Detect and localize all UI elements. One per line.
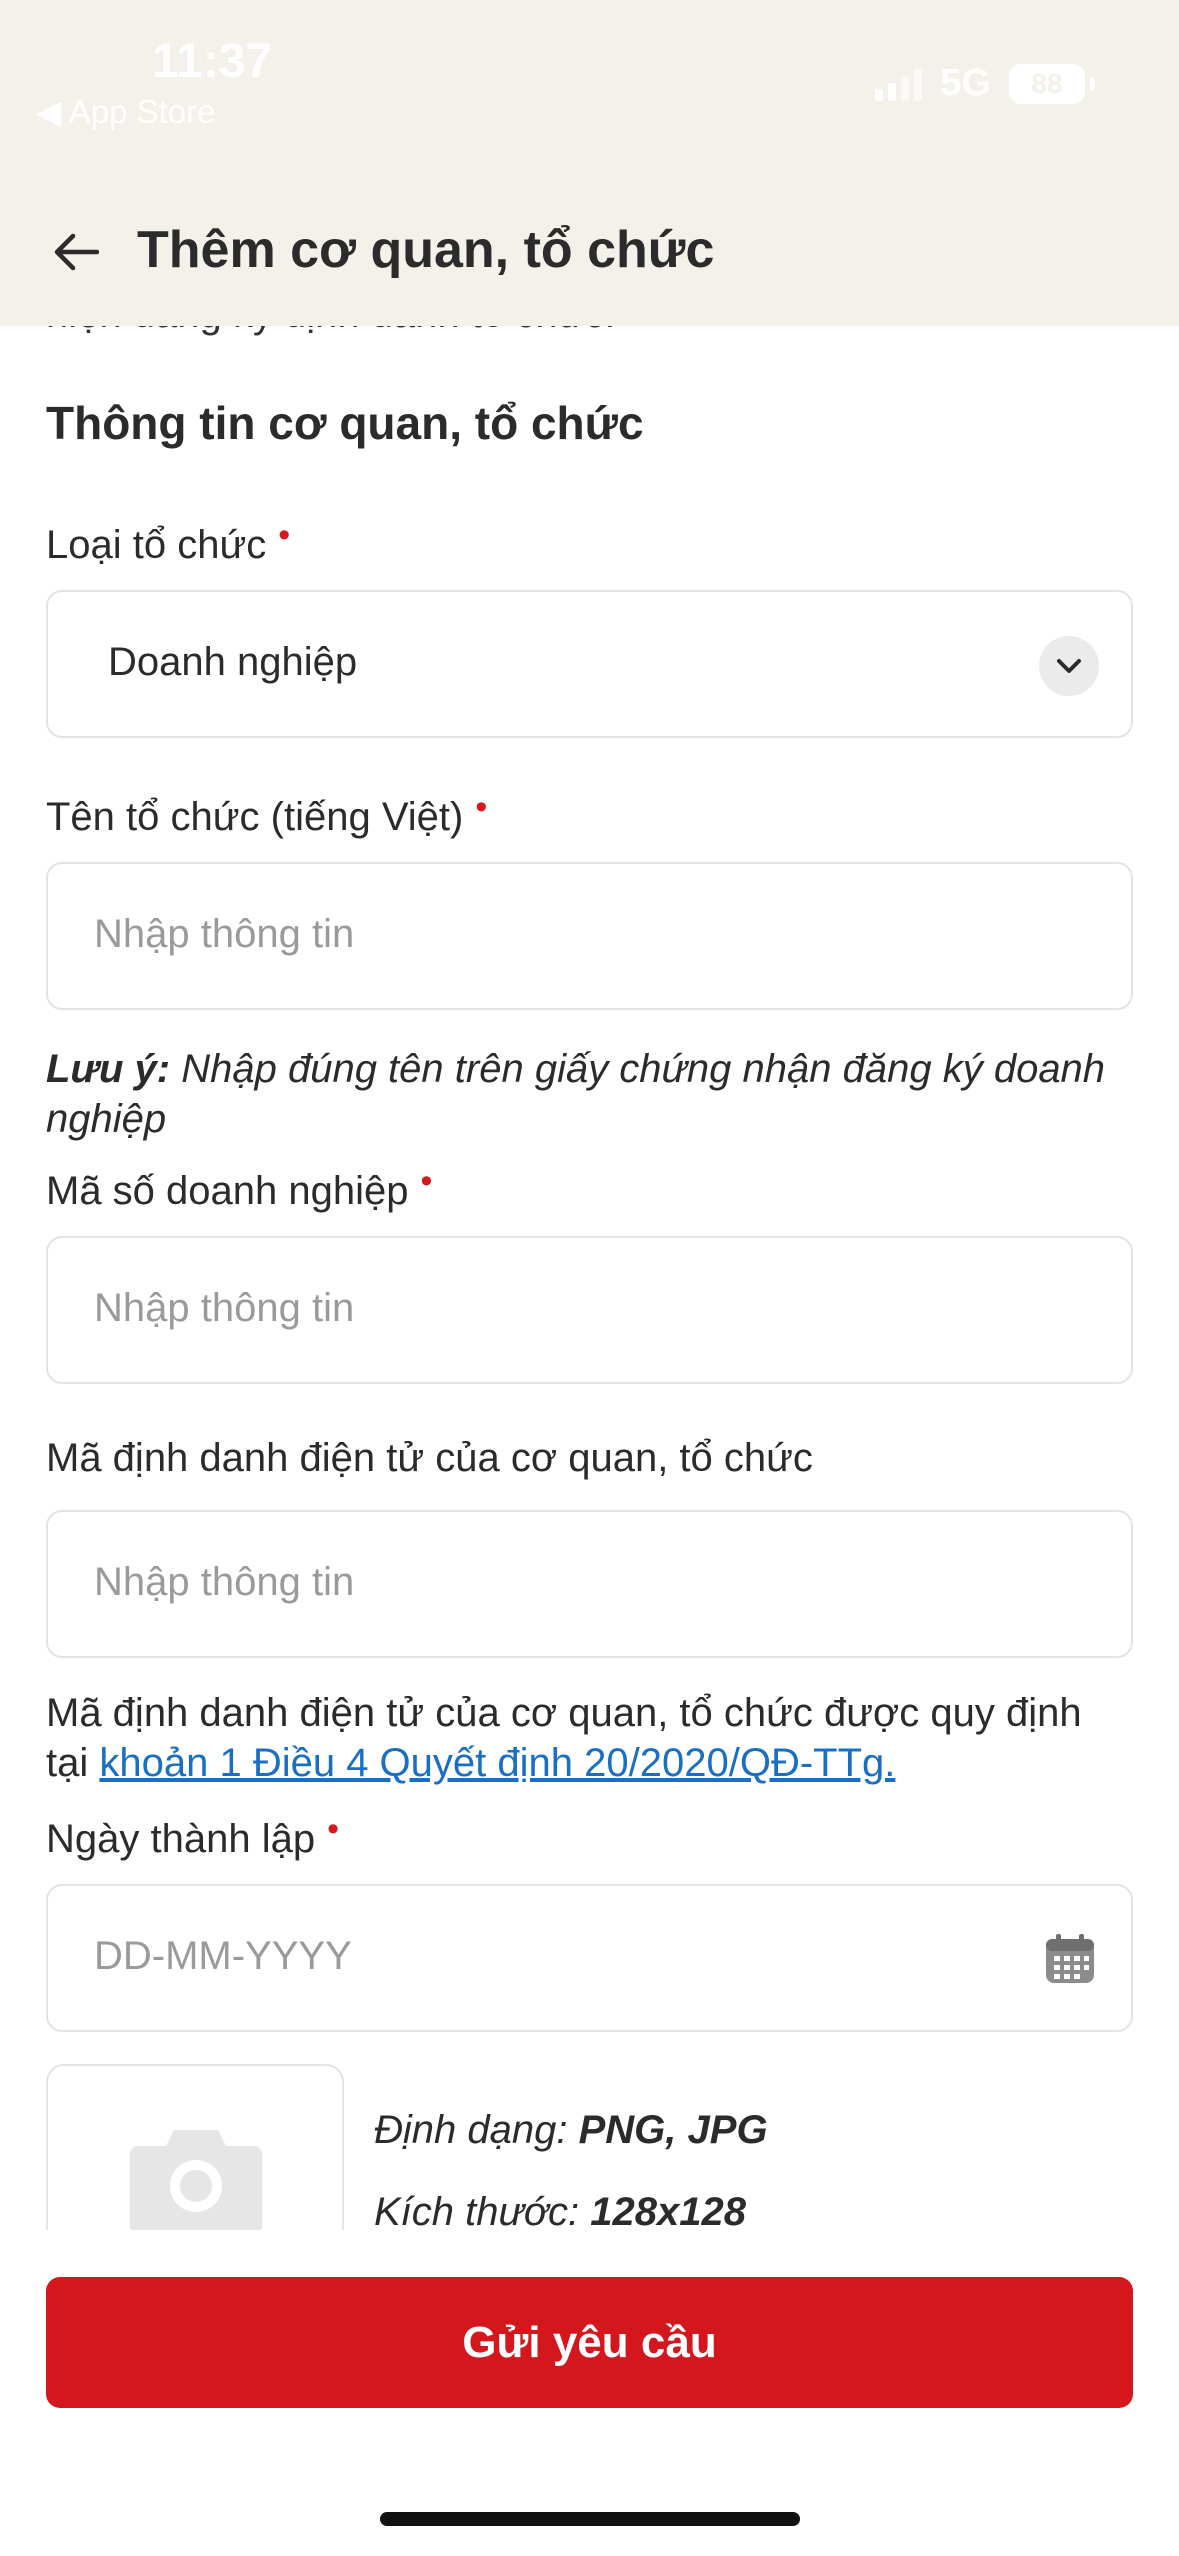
note-prefix: Lưu ý: <box>46 1047 171 1091</box>
calendar-icon[interactable] <box>1043 1932 1097 1986</box>
required-dot: • <box>420 1162 433 1200</box>
section-title: Thông tin cơ quan, tổ chức <box>46 397 644 449</box>
eid-code-placeholder: Nhập thông tin <box>94 1560 355 1604</box>
org-type-select[interactable]: Doanh nghiệp <box>46 590 1133 738</box>
network-type: 5G <box>940 62 991 104</box>
org-name-placeholder: Nhập thông tin <box>94 912 355 956</box>
org-name-label-text: Tên tổ chức (tiếng Việt) <box>46 795 464 839</box>
arrow-left-icon <box>54 233 99 271</box>
home-indicator[interactable] <box>380 2512 800 2526</box>
note-text: Nhập đúng tên trên giấy chứng nhận đăng … <box>46 1047 1106 1141</box>
decision-link[interactable]: khoản 1 Điều 4 Quyết định 20/2020/QĐ-TTg… <box>99 1741 895 1785</box>
business-code-input[interactable]: Nhập thông tin <box>46 1236 1133 1384</box>
business-code-label: Mã số doanh nghiệp • <box>46 1162 432 1214</box>
chevron-down-icon <box>1039 636 1099 696</box>
required-dot: • <box>278 516 291 554</box>
founding-date-label-text: Ngày thành lập <box>46 1817 316 1861</box>
required-dot: • <box>475 788 488 826</box>
business-code-placeholder: Nhập thông tin <box>94 1286 355 1330</box>
intro-text-cut: hiện đăng ký định danh tổ chức. <box>46 326 615 337</box>
form-content[interactable]: hiện đăng ký định danh tổ chức. Thông ti… <box>0 326 1179 2230</box>
org-name-input[interactable]: Nhập thông tin <box>46 862 1133 1010</box>
back-to-app-store[interactable]: ◀ App Store <box>36 92 216 131</box>
business-code-label-text: Mã số doanh nghiệp <box>46 1169 409 1213</box>
status-indicators: 5G 88 <box>875 62 1095 105</box>
size-label: Kích thước: <box>374 2190 580 2230</box>
eid-code-help: Mã định danh điện tử của cơ quan, tổ chứ… <box>46 1688 1133 1788</box>
format-info: Định dạng: PNG, JPG <box>374 2108 768 2153</box>
submit-request-button[interactable]: Gửi yêu cầu <box>46 2277 1133 2408</box>
org-type-label: Loại tổ chức • <box>46 516 290 568</box>
required-dot: • <box>327 1810 339 1848</box>
founding-date-label: Ngày thành lập • <box>46 1810 339 1862</box>
format-value: PNG, JPG <box>578 2108 768 2152</box>
format-label: Định dạng: <box>374 2108 568 2152</box>
header-bar: 11:37 ◀ App Store 5G 88 Thêm cơ quan, tổ… <box>0 0 1179 326</box>
eid-code-label: Mã định danh điện tử của cơ quan, tổ chứ… <box>46 1436 813 1480</box>
org-name-label: Tên tổ chức (tiếng Việt) • <box>46 788 487 840</box>
org-type-value: Doanh nghiệp <box>108 640 358 684</box>
eid-code-input[interactable]: Nhập thông tin <box>46 1510 1133 1658</box>
page-title: Thêm cơ quan, tổ chức <box>137 221 715 279</box>
org-name-note: Lưu ý: Nhập đúng tên trên giấy chứng nhậ… <box>46 1044 1133 1144</box>
camera-icon <box>130 2130 262 2230</box>
back-button[interactable] <box>46 222 106 282</box>
status-time: 11:37 <box>152 35 273 88</box>
founding-date-input[interactable]: DD-MM-YYYY <box>46 1884 1133 2032</box>
size-value: 128x128 <box>590 2190 747 2230</box>
org-type-label-text: Loại tổ chức <box>46 523 267 567</box>
photo-upload[interactable] <box>46 2064 344 2230</box>
battery-level: 88 <box>1031 67 1063 99</box>
size-info: Kích thước: 128x128 <box>374 2190 746 2230</box>
founding-date-placeholder: DD-MM-YYYY <box>94 1934 352 1978</box>
signal-icon <box>875 67 923 101</box>
battery-icon: 88 <box>1009 63 1095 104</box>
